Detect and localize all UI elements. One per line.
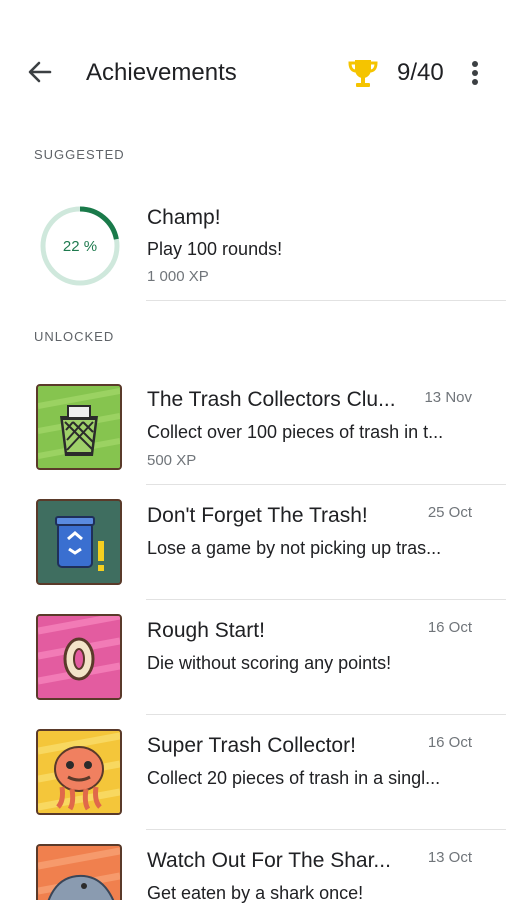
divider <box>146 714 506 715</box>
progress-label: 22 % <box>62 237 98 255</box>
back-button[interactable] <box>26 58 54 86</box>
achievement-description: Lose a game by not picking up tras... <box>147 538 442 558</box>
page-title: Achievements <box>86 59 237 86</box>
recycle-bin-badge-icon <box>36 499 122 585</box>
achievement-title: Rough Start! <box>147 619 265 642</box>
achievement-description: Die without scoring any points! <box>147 653 392 673</box>
zero-badge-icon <box>36 614 122 700</box>
achievement-date: 13 Nov <box>424 389 472 406</box>
app-bar: Achievements 9/40 <box>0 0 506 140</box>
divider <box>146 599 506 600</box>
more-vert-icon <box>472 61 478 85</box>
achievement-title: Champ! <box>147 206 221 229</box>
achievement-description: Collect over 100 pieces of trash in t... <box>147 422 444 442</box>
achievement-title: Don't Forget The Trash! <box>147 504 368 527</box>
achievement-title: Watch Out For The Shar... <box>147 849 391 872</box>
achievement-description: Get eaten by a shark once! <box>147 883 364 903</box>
divider <box>146 829 506 830</box>
achievement-title: Super Trash Collector! <box>147 734 356 757</box>
trophy-icon <box>346 56 380 90</box>
trash-bin-badge-icon <box>36 384 122 470</box>
divider <box>146 484 506 485</box>
divider <box>146 300 506 301</box>
achievement-date: 16 Oct <box>427 619 472 636</box>
achievement-count: 9/40 <box>397 59 444 86</box>
arrow-left-icon <box>28 61 52 83</box>
achievement-title: The Trash Collectors Clu... <box>147 388 396 411</box>
section-header-suggested: SUGGESTED <box>34 147 125 162</box>
octopus-badge-icon <box>36 729 122 815</box>
achievement-date: 13 Oct <box>427 849 472 866</box>
achievement-date: 16 Oct <box>427 734 472 751</box>
achievement-date: 25 Oct <box>427 504 472 521</box>
section-header-unlocked: UNLOCKED <box>34 329 115 344</box>
achievement-xp: 1 000 XP <box>147 268 209 285</box>
shark-badge-icon <box>36 844 122 900</box>
achievement-description: Collect 20 pieces of trash in a singl... <box>147 768 441 788</box>
achievement-description: Play 100 rounds! <box>147 239 283 259</box>
more-options-button[interactable] <box>462 58 488 88</box>
achievement-xp: 500 XP <box>147 452 197 469</box>
